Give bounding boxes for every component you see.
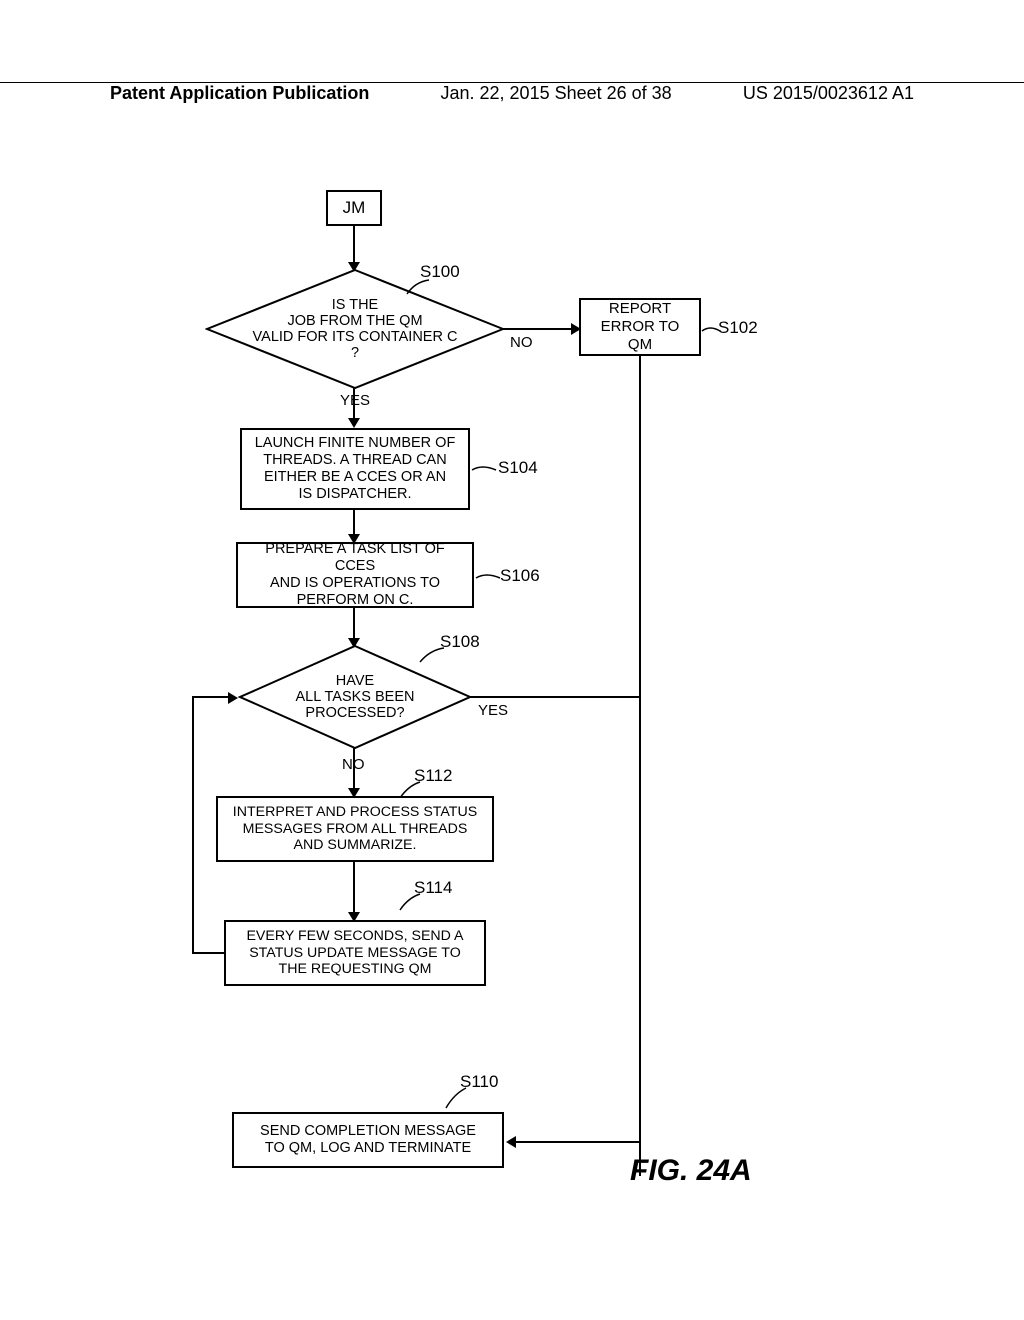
status-update-box: EVERY FEW SECONDS, SEND A STATUS UPDATE … <box>224 920 486 986</box>
launch-threads-text: LAUNCH FINITE NUMBER OF THREADS. A THREA… <box>255 435 456 503</box>
interpret-box: INTERPRET AND PROCESS STATUS MESSAGES FR… <box>216 796 494 862</box>
s114-connector <box>398 892 424 912</box>
report-error-text: REPORT ERROR TO QM <box>589 300 691 353</box>
s108-connector <box>418 646 448 664</box>
figure-title: FIG. 24A <box>630 1154 752 1188</box>
completion-text: SEND COMPLETION MESSAGE TO QM, LOG AND T… <box>260 1123 476 1157</box>
step-s102: S102 <box>718 318 758 338</box>
header-right: US 2015/0023612 A1 <box>743 83 914 104</box>
jm-box: JM <box>326 190 382 226</box>
page-header: Patent Application Publication Jan. 22, … <box>0 82 1024 110</box>
d2-yes-label: YES <box>478 702 508 719</box>
step-s106: S106 <box>500 566 540 586</box>
d1-yes-label: YES <box>340 392 370 409</box>
s110-connector <box>444 1086 470 1110</box>
interpret-text: INTERPRET AND PROCESS STATUS MESSAGES FR… <box>233 804 477 854</box>
prepare-tasks-text: PREPARE A TASK LIST OF CCES AND IS OPERA… <box>246 541 464 609</box>
s102-connector <box>700 323 722 341</box>
status-update-text: EVERY FEW SECONDS, SEND A STATUS UPDATE … <box>246 928 463 978</box>
header-left: Patent Application Publication <box>110 83 369 104</box>
s104-connector <box>470 462 500 480</box>
d2-no-label: NO <box>342 756 365 773</box>
launch-threads-box: LAUNCH FINITE NUMBER OF THREADS. A THREA… <box>240 428 470 510</box>
jm-text: JM <box>343 198 366 218</box>
header-mid: Jan. 22, 2015 Sheet 26 of 38 <box>441 83 672 104</box>
d1-no-label: NO <box>510 334 533 351</box>
completion-box: SEND COMPLETION MESSAGE TO QM, LOG AND T… <box>232 1112 504 1168</box>
prepare-tasks-box: PREPARE A TASK LIST OF CCES AND IS OPERA… <box>236 542 474 608</box>
s100-connector <box>405 278 435 296</box>
decision-valid-job-text: IS THE JOB FROM THE QM VALID FOR ITS CON… <box>210 283 500 375</box>
s106-connector <box>474 570 504 586</box>
flowchart: JM IS THE JOB FROM THE QM VALID FOR ITS … <box>0 190 1024 1250</box>
step-s104: S104 <box>498 458 538 478</box>
report-error-box: REPORT ERROR TO QM <box>579 298 701 356</box>
decision-all-tasks-text: HAVE ALL TASKS BEEN PROCESSED? <box>250 660 460 734</box>
